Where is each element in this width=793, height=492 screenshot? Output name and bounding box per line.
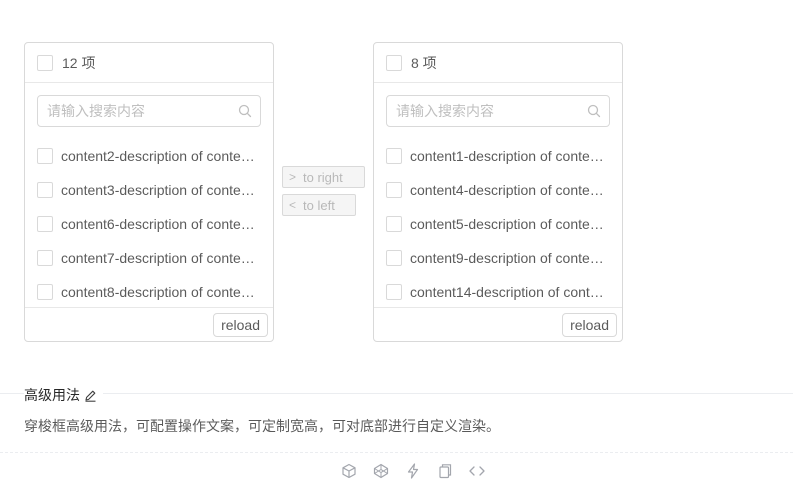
reload-button[interactable]: reload <box>562 313 617 337</box>
codepen-icon[interactable] <box>372 462 390 480</box>
section-title: 高级用法 <box>24 385 103 405</box>
item-label: content7-description of content7 <box>61 250 259 266</box>
code-box-actions <box>340 462 486 480</box>
to-right-button[interactable]: > to right <box>282 166 365 188</box>
transfer: 12 项 content2-description of content2 co… <box>24 42 624 342</box>
search-icon <box>587 104 601 118</box>
list-item[interactable]: content6-description of content6 <box>25 207 273 241</box>
item-checkbox[interactable] <box>37 148 53 164</box>
item-checkbox[interactable] <box>37 216 53 232</box>
item-count: 8 项 <box>411 54 437 71</box>
section-divider <box>0 393 793 394</box>
edit-icon[interactable] <box>84 389 97 402</box>
item-checkbox[interactable] <box>386 182 402 198</box>
thunderbolt-icon[interactable] <box>404 462 422 480</box>
section-title-text: 高级用法 <box>24 387 80 403</box>
list-item[interactable]: content2-description of content2 <box>25 139 273 173</box>
left-arrow-icon: < <box>289 198 297 212</box>
to-right-label: to right <box>303 169 343 185</box>
list-item[interactable]: content8-description of content8 <box>25 275 273 309</box>
list-item[interactable]: content1-description of content1 <box>374 139 622 173</box>
item-checkbox[interactable] <box>386 148 402 164</box>
list-footer: reload <box>25 307 273 341</box>
actions-divider <box>0 452 793 453</box>
to-left-button[interactable]: < to left <box>282 194 356 216</box>
list-footer: reload <box>374 307 622 341</box>
item-checkbox[interactable] <box>386 216 402 232</box>
item-label: content8-description of content8 <box>61 284 259 300</box>
code-icon[interactable] <box>468 462 486 480</box>
item-checkbox[interactable] <box>386 250 402 266</box>
to-left-label: to left <box>303 197 335 213</box>
item-label: content3-description of content3 <box>61 182 259 198</box>
transfer-list-source: 12 项 content2-description of content2 co… <box>24 42 274 342</box>
right-arrow-icon: > <box>289 170 297 184</box>
item-label: content14-description of content14 <box>410 284 608 300</box>
item-checkbox[interactable] <box>386 284 402 300</box>
item-checkbox[interactable] <box>37 182 53 198</box>
section-description: 穿梭框高级用法，可配置操作文案，可定制宽高，可对底部进行自定义渲染。 <box>24 418 500 434</box>
list-item[interactable]: content4-description of content4 <box>374 173 622 207</box>
list-item[interactable]: content3-description of content3 <box>25 173 273 207</box>
item-label: content2-description of content2 <box>61 148 259 164</box>
list-items: content2-description of content2 content… <box>25 139 273 309</box>
item-label: content9-description of content9 <box>410 250 608 266</box>
list-item[interactable]: content14-description of content14 <box>374 275 622 309</box>
transfer-list-target: 8 项 content1-description of content1 con… <box>373 42 623 342</box>
copy-icon[interactable] <box>436 462 454 480</box>
list-header: 12 项 <box>25 43 273 83</box>
item-label: content5-description of content5 <box>410 216 608 232</box>
codesandbox-icon[interactable] <box>340 462 358 480</box>
search-input[interactable] <box>387 96 577 126</box>
search-icon <box>238 104 252 118</box>
search-box <box>37 95 261 127</box>
list-item[interactable]: content5-description of content5 <box>374 207 622 241</box>
select-all-checkbox[interactable] <box>386 54 402 71</box>
list-header: 8 项 <box>374 43 622 83</box>
list-item[interactable]: content7-description of content7 <box>25 241 273 275</box>
list-item[interactable]: content9-description of content9 <box>374 241 622 275</box>
search-input[interactable] <box>38 96 228 126</box>
item-label: content1-description of content1 <box>410 148 608 164</box>
select-all-checkbox[interactable] <box>37 54 53 71</box>
search-box <box>386 95 610 127</box>
reload-button[interactable]: reload <box>213 313 268 337</box>
item-count: 12 项 <box>62 54 96 71</box>
item-label: content6-description of content6 <box>61 216 259 232</box>
transfer-operations: > to right < to left <box>282 166 366 222</box>
item-checkbox[interactable] <box>37 284 53 300</box>
item-checkbox[interactable] <box>37 250 53 266</box>
item-label: content4-description of content4 <box>410 182 608 198</box>
list-items: content1-description of content1 content… <box>374 139 622 309</box>
